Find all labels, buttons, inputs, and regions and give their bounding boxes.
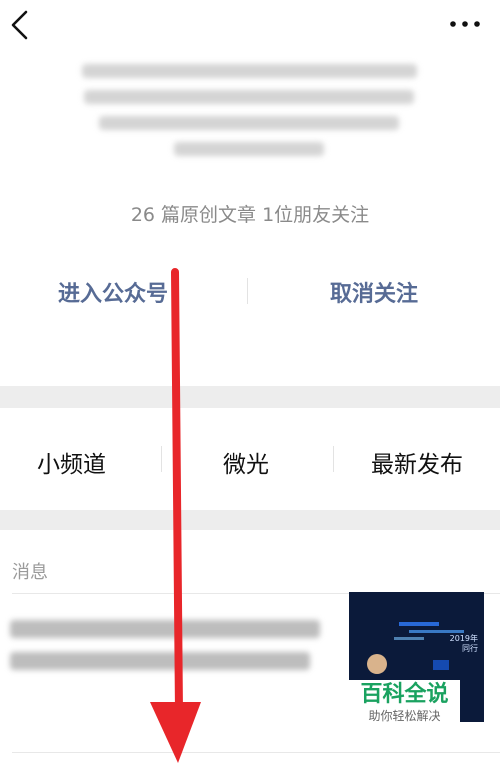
divider bbox=[12, 752, 500, 753]
unfollow-button[interactable]: 取消关注 bbox=[330, 276, 418, 308]
chevron-left-icon bbox=[11, 10, 28, 40]
divider bbox=[247, 278, 248, 304]
thumbnail-caption: 2019年 同行 bbox=[449, 634, 478, 653]
section-gap bbox=[0, 510, 500, 530]
enter-account-button[interactable]: 进入公众号 bbox=[58, 276, 168, 308]
account-stats: 26 篇原创文章 1位朋友关注 bbox=[130, 204, 370, 226]
section-gap bbox=[0, 386, 500, 408]
watermark-title: 百科全说 bbox=[360, 682, 449, 707]
divider bbox=[161, 446, 162, 472]
tab-mini-channel[interactable]: 小频道 bbox=[37, 445, 106, 479]
top-bar bbox=[0, 0, 500, 50]
more-dots-icon bbox=[450, 21, 480, 27]
watermark-subtitle: 助你轻松解决 bbox=[368, 709, 441, 723]
divider bbox=[333, 446, 334, 472]
menu-tabs: 小频道 微光 最新发布 bbox=[0, 408, 500, 510]
back-button[interactable] bbox=[6, 8, 34, 42]
tab-glimmer[interactable]: 微光 bbox=[223, 445, 269, 479]
article-title-blurred bbox=[10, 620, 328, 690]
watermark-badge: 百科全说 助你轻松解决 bbox=[349, 680, 460, 726]
account-description-blurred bbox=[74, 52, 424, 164]
more-button[interactable] bbox=[448, 14, 482, 34]
action-row: 进入公众号 取消关注 bbox=[0, 268, 500, 314]
tab-latest[interactable]: 最新发布 bbox=[371, 445, 463, 479]
section-label-messages: 消息 bbox=[12, 562, 48, 583]
